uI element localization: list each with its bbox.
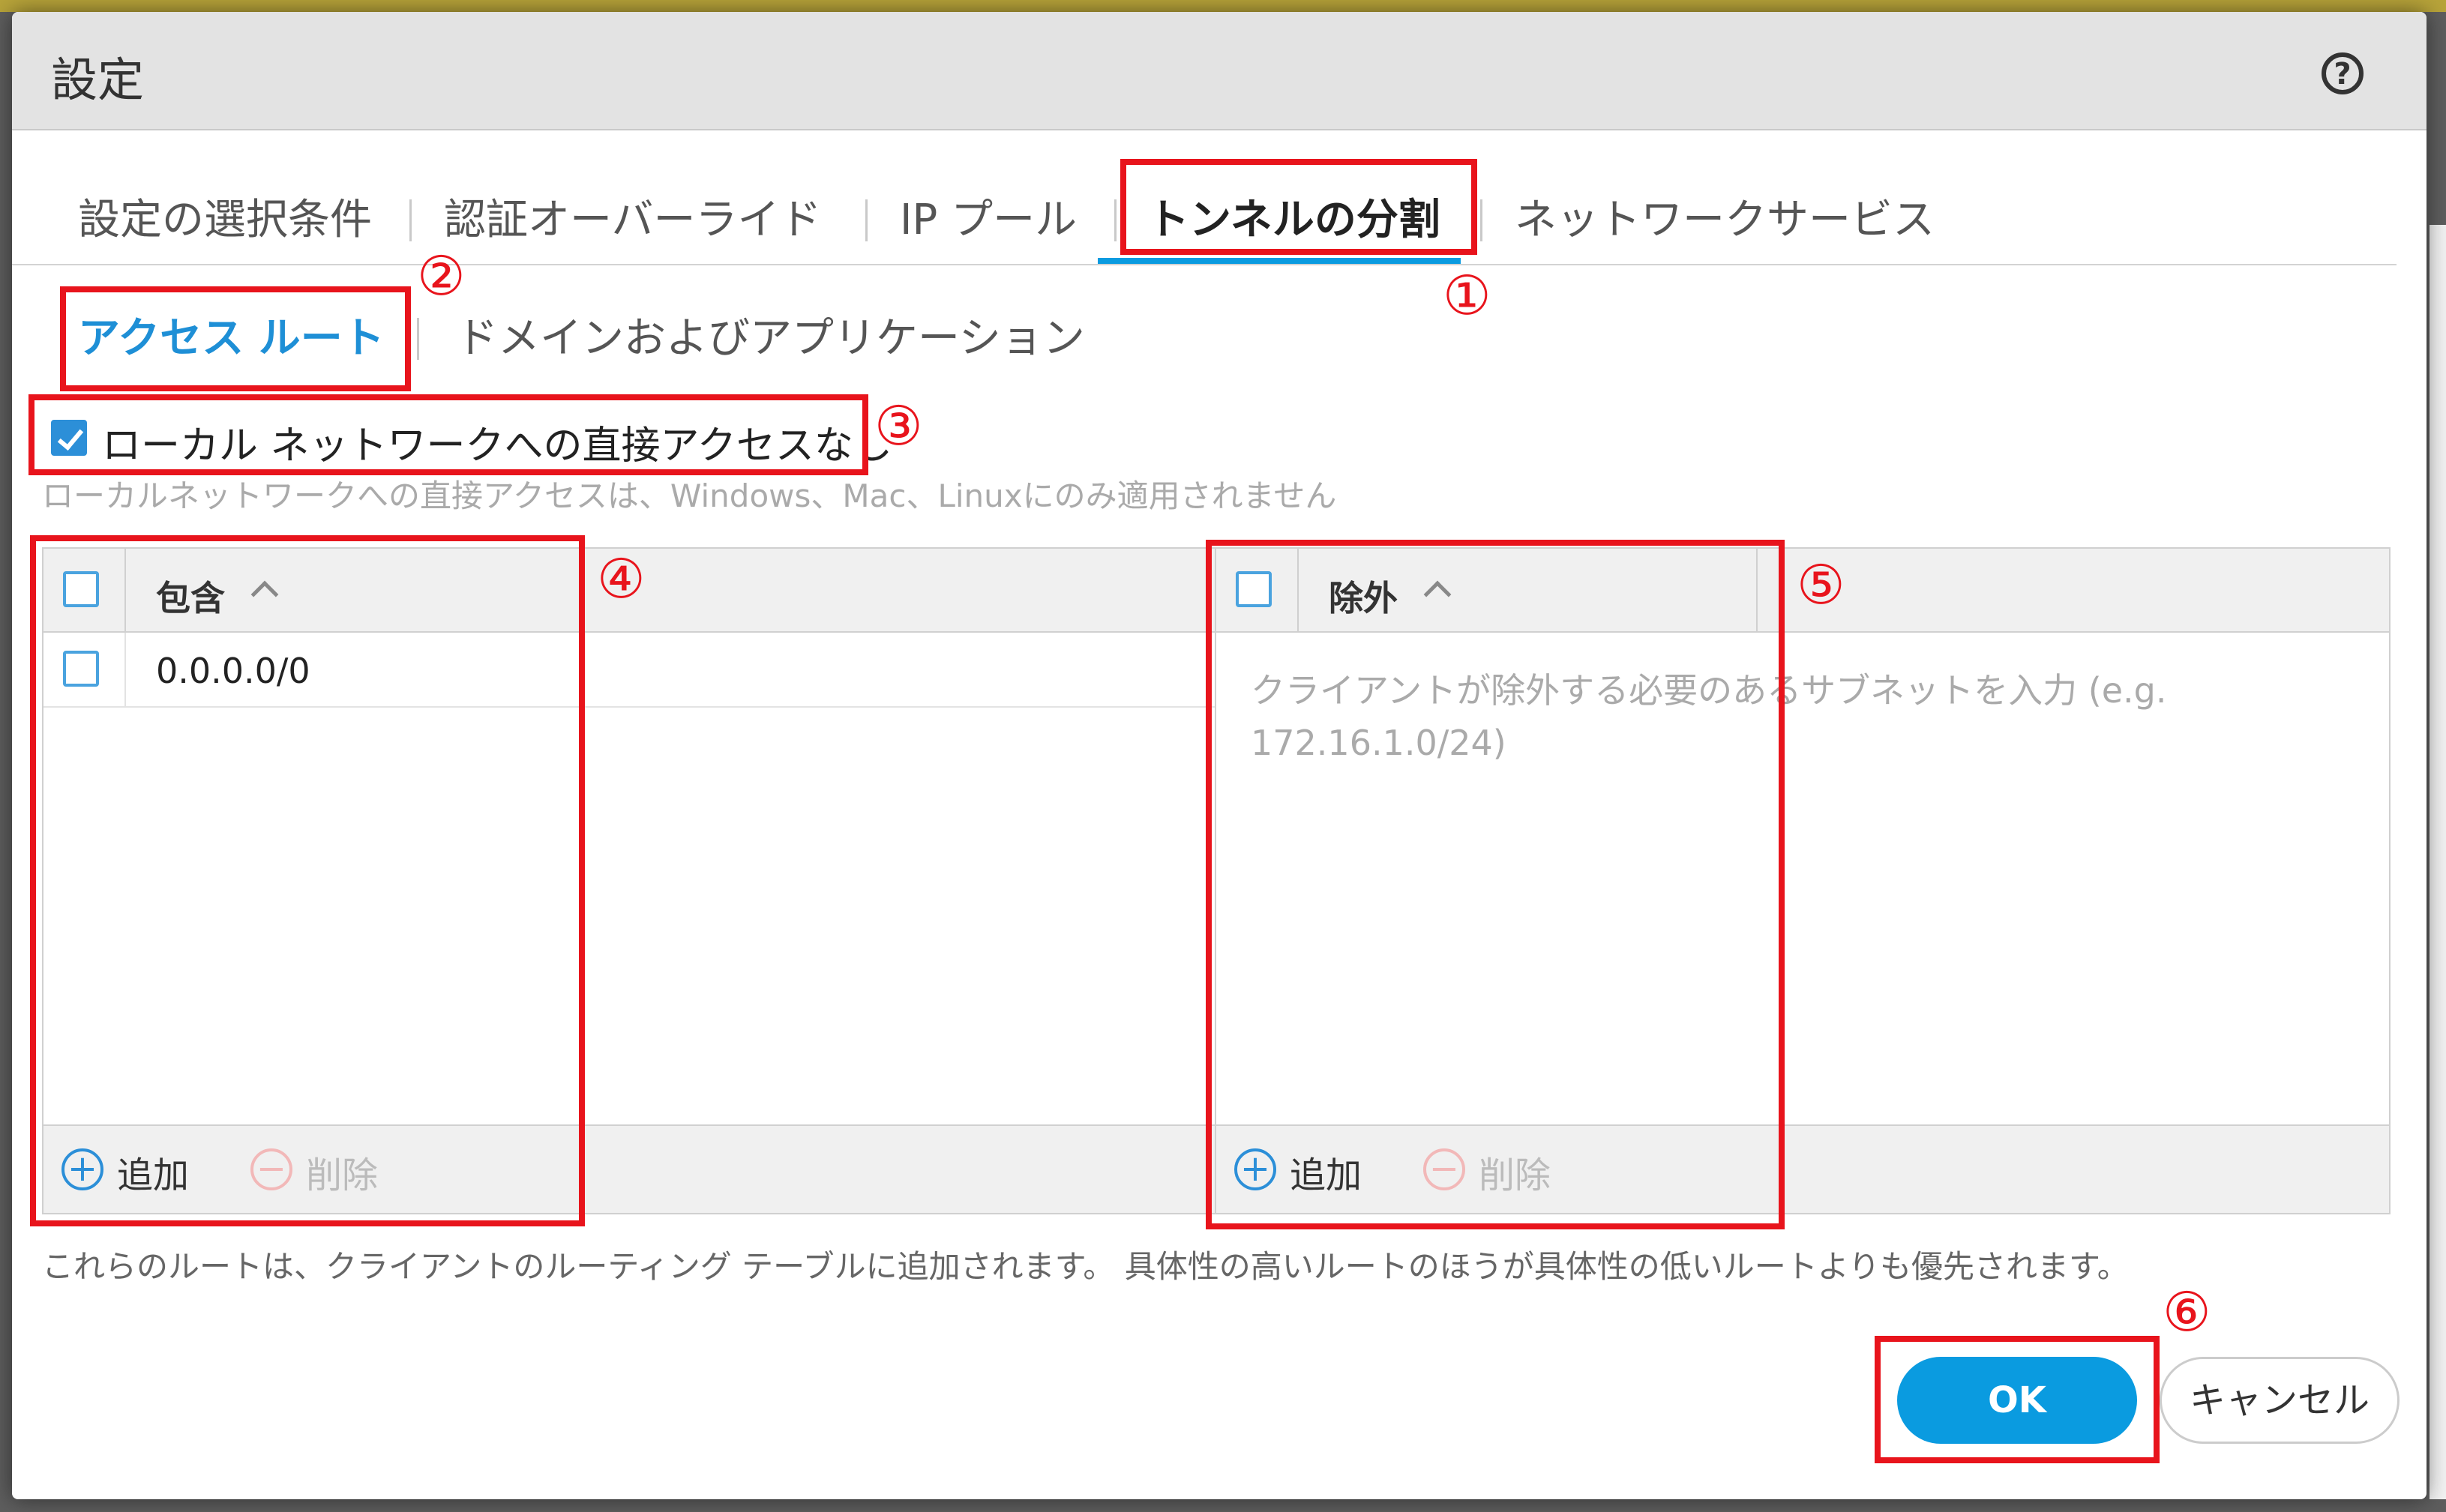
annotation-number-6: ⑥ — [2163, 1280, 2211, 1343]
tab-separator — [1114, 199, 1117, 241]
annotation-box-5 — [1206, 540, 1785, 1229]
background-strip — [0, 0, 2446, 12]
dialog-title: 設定 — [51, 52, 145, 107]
cancel-button[interactable]: キャンセル — [2160, 1357, 2400, 1444]
annotation-box-1 — [1120, 159, 1477, 255]
tab-ip-pool[interactable]: IP プール — [900, 186, 1077, 247]
annotation-number-5: ⑤ — [1797, 553, 1845, 616]
annotation-number-2: ② — [417, 244, 466, 307]
dialog-titlebar: 設定 ? — [12, 12, 2427, 130]
active-tab-indicator — [1098, 258, 1461, 264]
background-panel — [2430, 225, 2446, 1499]
annotation-box-2 — [60, 286, 411, 391]
tab-separator — [865, 199, 868, 241]
tab-network-services[interactable]: ネットワークサービス — [1515, 186, 1935, 247]
annotation-box-3 — [28, 394, 868, 475]
subtab-domain-application[interactable]: ドメインおよびアプリケーション — [456, 304, 1085, 365]
help-icon[interactable]: ? — [2322, 52, 2364, 94]
annotation-number-3: ③ — [874, 394, 923, 457]
tab-separator — [409, 199, 412, 241]
tabs-divider — [12, 264, 2397, 265]
settings-dialog: 設定 ? 設定の選択条件 認証オーバーライド IP プール トンネルの分割 ネッ… — [12, 12, 2427, 1499]
annotation-number-1: ① — [1443, 264, 1491, 327]
no-direct-access-hint: ローカルネットワークへの直接アクセスは、Windows、Mac、Linuxにのみ… — [42, 478, 1337, 514]
tab-separator — [1480, 199, 1482, 241]
subtab-separator — [417, 318, 419, 360]
tab-selection-criteria[interactable]: 設定の選択条件 — [78, 186, 372, 247]
annotation-box-4 — [30, 535, 585, 1226]
screen: 設定 ? 設定の選択条件 認証オーバーライド IP プール トンネルの分割 ネッ… — [0, 0, 2446, 1512]
annotation-box-6 — [1875, 1336, 2160, 1463]
annotation-number-4: ④ — [597, 547, 646, 610]
route-priority-hint: これらのルートは、クライアントのルーティング テーブルに追加されます。 具体性の… — [42, 1248, 2129, 1285]
tab-auth-override[interactable]: 認証オーバーライド — [444, 186, 821, 247]
